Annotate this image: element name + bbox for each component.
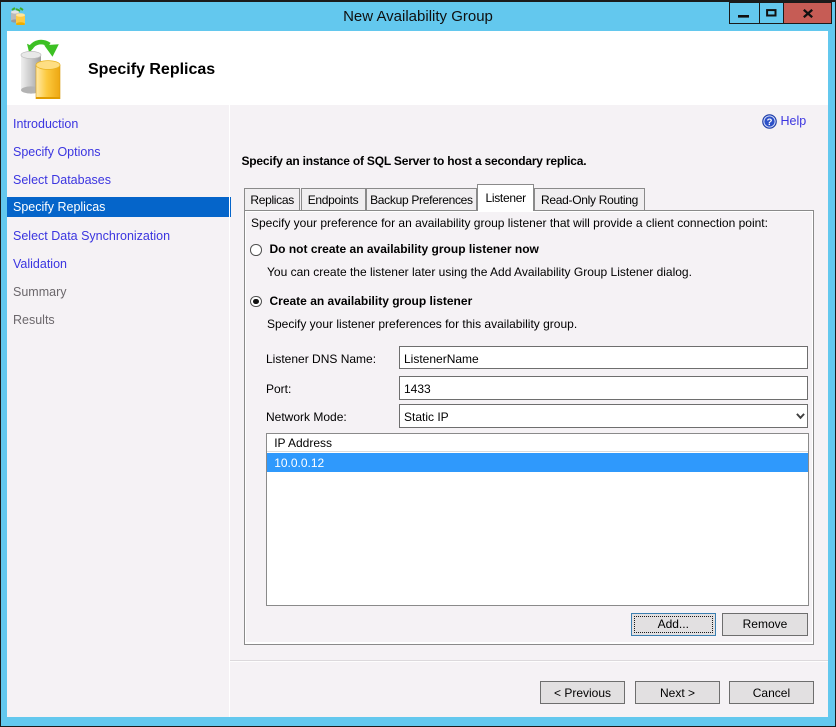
svg-text:?: ? [767, 117, 773, 128]
